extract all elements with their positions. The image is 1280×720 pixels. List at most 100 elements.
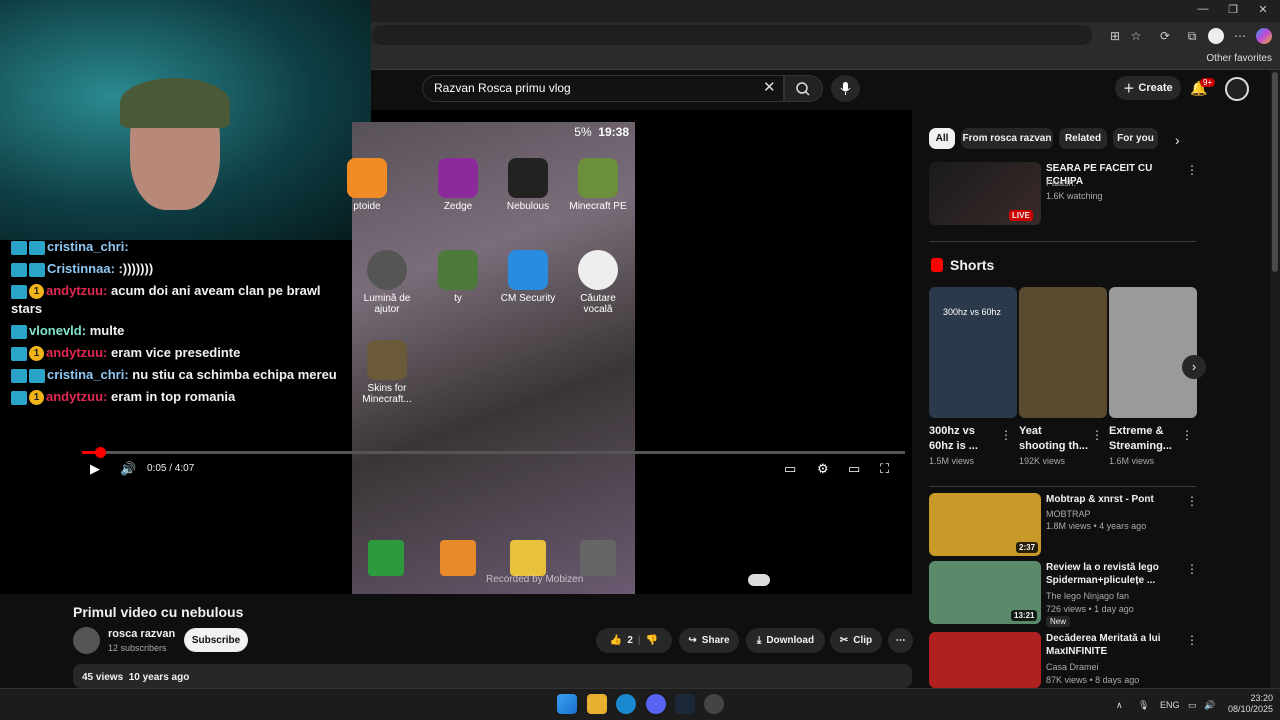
minimize-icon[interactable]: — (1191, 3, 1215, 15)
like-icon[interactable]: 👍 (610, 635, 622, 646)
speaker-icon[interactable]: 🔊 (1204, 700, 1215, 711)
notification-count: 9+ (1200, 78, 1216, 87)
search-button[interactable] (784, 75, 823, 102)
shorts-heading: Shorts (950, 257, 995, 273)
scrubber-handle[interactable] (95, 447, 106, 458)
short-title[interactable]: 300hz vs 60hz is ... (929, 424, 999, 454)
theater-mode-icon[interactable]: ▭ (848, 461, 860, 477)
rec-channel[interactable]: The lego Ninjago fan (1046, 590, 1129, 603)
more-actions-button[interactable]: ⋯ (888, 628, 913, 653)
network-icon[interactable]: ▭ (1188, 700, 1197, 711)
fullscreen-icon[interactable]: ⛶ (880, 461, 889, 477)
stream-chat: cristina_chri: Cristinnaa: :))))))) 1 and… (11, 238, 341, 410)
chip-for-you[interactable]: For you (1113, 128, 1158, 149)
duration-badge: 2:37 (1016, 542, 1039, 553)
short-title[interactable]: Yeat shooting th... (1019, 424, 1089, 454)
dislike-icon[interactable]: 👎 (646, 635, 658, 646)
chip-from-channel[interactable]: From rosca razvan (961, 128, 1053, 149)
file-explorer-icon[interactable] (587, 694, 607, 714)
more-menu-icon[interactable]: ⋯ (1232, 28, 1248, 44)
voice-search-button[interactable] (831, 75, 860, 102)
restore-icon[interactable]: ❐ (1221, 3, 1245, 16)
channel-avatar[interactable] (73, 627, 100, 654)
other-favorites[interactable]: Other favorites (1206, 53, 1272, 64)
profile-avatar[interactable] (1208, 28, 1224, 44)
like-count[interactable]: 2 (627, 635, 633, 646)
steam-icon[interactable] (675, 694, 695, 714)
more-options-icon[interactable]: ⋮ (1000, 428, 1012, 442)
description-box[interactable] (73, 664, 912, 688)
subscribe-button[interactable]: Subscribe (184, 628, 248, 652)
scrollbar-thumb[interactable] (1272, 72, 1278, 272)
more-options-icon[interactable]: ⋮ (1186, 633, 1198, 647)
favorite-star-icon[interactable]: ☆ (1128, 28, 1144, 44)
short-thumbnail[interactable] (1019, 287, 1107, 418)
settings-gear-icon[interactable]: ⚙ (817, 461, 829, 477)
short-title[interactable]: Extreme & Streaming... (1109, 424, 1179, 454)
more-options-icon[interactable]: ⋮ (1186, 562, 1198, 576)
rec-meta: 726 views • 1 day ago (1046, 604, 1134, 614)
subtitles-icon[interactable]: ▭ (784, 461, 796, 477)
rec-channel[interactable]: Casa Dramei (1046, 661, 1099, 674)
tray-mic-icon[interactable]: 🎙 (1138, 700, 1149, 711)
download-button[interactable]: ⤓ Download (746, 628, 825, 653)
sub-badge-icon (11, 346, 27, 361)
shorts-icon (931, 258, 943, 272)
language-indicator[interactable]: ENG (1160, 700, 1180, 710)
gift-badge-icon: 1 (29, 390, 44, 406)
app-skins: Skins for Minecraft... (357, 340, 417, 405)
tray-chevron-icon[interactable]: ∧ (1116, 700, 1123, 711)
chevron-right-icon[interactable]: › (1175, 132, 1180, 148)
more-options-icon[interactable]: ⋮ (1091, 428, 1103, 442)
url-field[interactable] (372, 25, 1092, 45)
discord-icon[interactable] (646, 694, 666, 714)
rec-channel[interactable]: Palash. (1046, 177, 1076, 190)
search-query: Razvan Rosca primu vlog (434, 81, 571, 95)
short-thumbnail[interactable]: 300hz vs 60hz (929, 287, 1017, 418)
aptoide-icon (347, 158, 387, 198)
sub-badge-icon (11, 390, 27, 405)
share-icon: ↪ (688, 635, 697, 646)
video-progress-bar[interactable] (82, 451, 905, 454)
sub-badge-icon (11, 284, 27, 299)
app-minecraft: Minecraft PE (568, 158, 628, 212)
more-options-icon[interactable]: ⋮ (1186, 163, 1198, 177)
search-icon (796, 82, 810, 96)
clear-search-icon[interactable]: ✕ (763, 78, 776, 96)
edge-icon[interactable] (616, 694, 636, 714)
short-thumbnail[interactable] (1109, 287, 1197, 418)
account-avatar[interactable] (1225, 77, 1249, 101)
recording-watermark: Recorded by Mobizen (486, 574, 584, 585)
close-window-icon[interactable]: ✕ (1251, 3, 1275, 16)
chip-all[interactable]: All (929, 128, 955, 149)
app-available-icon[interactable]: ⊞ (1107, 28, 1123, 44)
more-options-icon[interactable]: ⋮ (1181, 428, 1193, 442)
start-icon[interactable] (557, 694, 577, 714)
share-button[interactable]: ↪ Share (679, 628, 739, 653)
obs-icon[interactable] (704, 694, 724, 714)
rec-title[interactable]: Mobtrap & xnrst - Pont (1046, 493, 1176, 506)
collections-icon[interactable]: ⧉ (1184, 28, 1200, 44)
copilot-icon[interactable] (1256, 28, 1272, 44)
video-title: Primul video cu nebulous (73, 604, 244, 620)
shorts-next-button[interactable]: › (1182, 355, 1206, 379)
windows-taskbar (0, 688, 1280, 720)
volume-icon[interactable]: 🔊 (120, 461, 136, 477)
contacts-icon (440, 540, 476, 576)
rec-title[interactable]: Decăderea Meritată a lui MaxINFINITE (1046, 632, 1176, 658)
short-views: 1.6M views (1109, 456, 1155, 466)
channel-name[interactable]: rosca razvan (108, 628, 175, 640)
rec-title[interactable]: Review la o revistă lego Spiderman+plicu… (1046, 561, 1176, 587)
create-button[interactable]: ＋ Create (1115, 76, 1181, 100)
short-views: 1.5M views (929, 456, 975, 466)
autoplay-toggle[interactable] (748, 574, 770, 586)
shield-icon (508, 250, 548, 290)
system-clock[interactable]: 23:20 08/10/2025 (1228, 693, 1273, 715)
extensions-icon[interactable]: ⟳ (1157, 28, 1173, 44)
more-options-icon[interactable]: ⋮ (1186, 494, 1198, 508)
chat-message: 1 andytzuu: eram vice presedinte (11, 344, 341, 362)
video-thumbnail[interactable] (929, 632, 1041, 688)
chip-related[interactable]: Related (1059, 128, 1107, 149)
clip-button[interactable]: ✂ Clip (830, 628, 882, 653)
play-icon[interactable]: ▶ (90, 461, 100, 477)
